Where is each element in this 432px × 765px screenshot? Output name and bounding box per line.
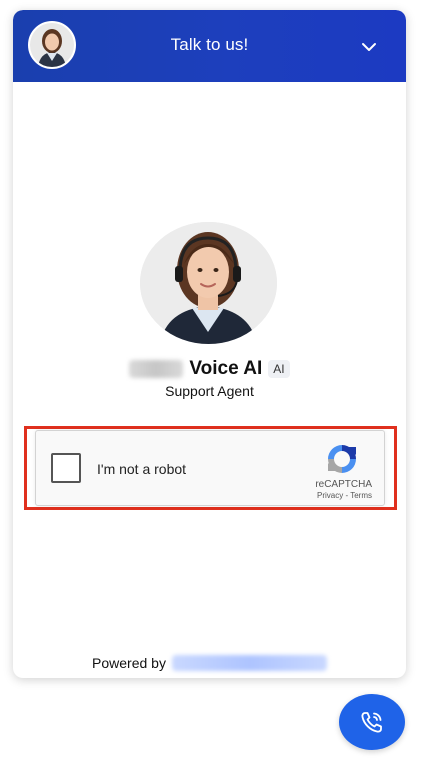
redacted-link[interactable] [171, 655, 327, 671]
recaptcha-widget: I'm not a robot reCAPTCHA Privacy - Term… [35, 430, 385, 506]
chevron-down-icon[interactable] [358, 36, 380, 58]
header-title: Talk to us! [170, 35, 249, 54]
powered-by-row: Powered by [13, 655, 406, 671]
agent-photo [140, 222, 277, 344]
agent-role: Support Agent [165, 383, 254, 399]
recaptcha-checkbox[interactable] [51, 453, 81, 483]
call-button[interactable] [339, 694, 405, 750]
recaptcha-label: I'm not a robot [97, 461, 187, 477]
agent-name: Voice AI [189, 358, 263, 379]
chat-widget: Talk to us! Voice AI AI Support Agent I'… [13, 10, 406, 678]
ai-badge: AI [268, 360, 290, 378]
agent-name-row: Voice AI AI [13, 358, 406, 380]
privacy-link[interactable]: Privacy [317, 491, 343, 500]
redacted-name [129, 360, 184, 378]
widget-header: Talk to us! [13, 10, 406, 82]
powered-by-label: Powered by [92, 655, 166, 671]
phone-call-icon [361, 712, 382, 733]
recaptcha-logo-icon [324, 442, 360, 476]
link-separator: - [345, 491, 349, 500]
recaptcha-brand: reCAPTCHA [315, 479, 372, 490]
terms-link[interactable]: Terms [350, 491, 372, 500]
recaptcha-links: Privacy - Terms [317, 491, 372, 500]
